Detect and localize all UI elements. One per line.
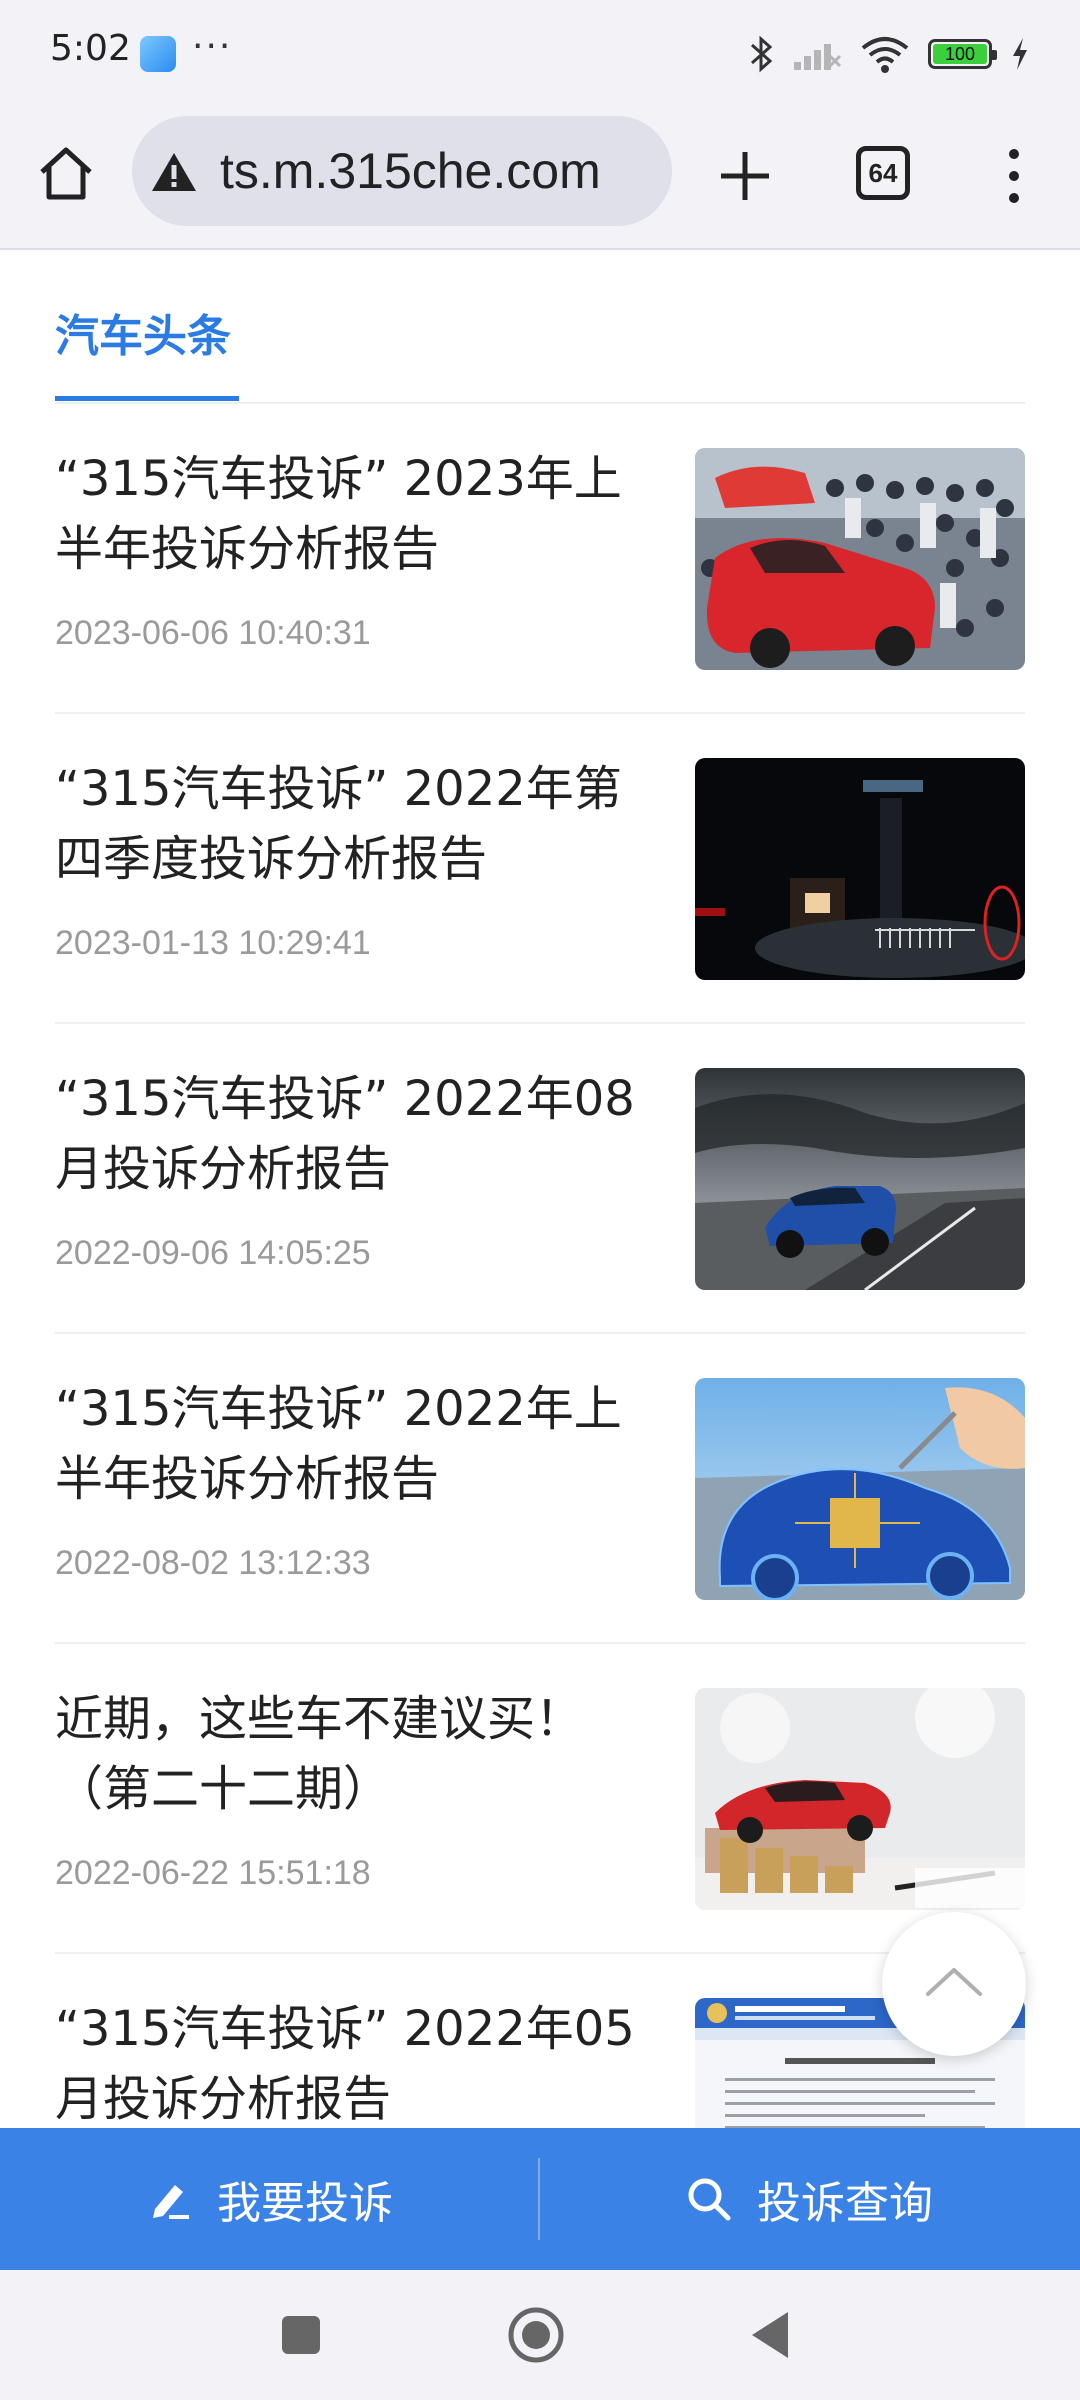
news-item[interactable]: 近期，这些车不建议买！（第二十二期） 2022-06-22 15:51:18 xyxy=(55,1644,1025,1954)
warning-icon[interactable] xyxy=(150,150,198,194)
news-title[interactable]: “315汽车投诉” 2023年上半年投诉分析报告 xyxy=(55,444,655,584)
tab-underline xyxy=(55,396,239,401)
news-title[interactable]: “315汽车投诉” 2022年上半年投诉分析报告 xyxy=(55,1374,655,1514)
system-nav-bar xyxy=(0,2270,1080,2400)
home-icon[interactable] xyxy=(34,142,98,206)
app-icon xyxy=(140,36,176,72)
url-bar[interactable]: ts.m.315che.com xyxy=(132,116,672,226)
news-thumbnail[interactable] xyxy=(695,448,1025,670)
complain-label: 我要投诉 xyxy=(217,2178,393,2229)
battery-icon: 100 xyxy=(928,39,997,69)
battery-level: 100 xyxy=(944,43,976,64)
news-thumbnail[interactable] xyxy=(695,1378,1025,1600)
complain-button[interactable]: 我要投诉 xyxy=(0,2128,538,2270)
status-bar: 5:02 ··· 100 xyxy=(0,0,1080,108)
browser-toolbar: ts.m.315che.com 64 xyxy=(0,108,1080,250)
news-item[interactable]: “315汽车投诉” 2022年上半年投诉分析报告 2022-08-02 13:1… xyxy=(55,1334,1025,1644)
url-text[interactable]: ts.m.315che.com xyxy=(220,142,601,200)
status-icons: 100 xyxy=(748,30,1030,78)
status-more-icon: ··· xyxy=(192,26,233,67)
recent-apps-icon[interactable] xyxy=(280,2314,322,2356)
news-date: 2022-08-02 13:12:33 xyxy=(55,1544,371,1582)
news-thumbnail[interactable] xyxy=(695,1688,1025,1910)
tabs-button[interactable]: 64 xyxy=(856,146,910,200)
news-date: 2023-06-06 10:40:31 xyxy=(55,614,371,652)
tab-count: 64 xyxy=(868,157,898,188)
menu-icon[interactable] xyxy=(996,144,1032,208)
back-to-top-button[interactable] xyxy=(882,1912,1026,2056)
news-title[interactable]: “315汽车投诉” 2022年第四季度投诉分析报告 xyxy=(55,754,655,894)
action-bar: 我要投诉 投诉查询 xyxy=(0,2128,1080,2270)
home-circle-icon[interactable] xyxy=(507,2306,565,2364)
signal-icon xyxy=(794,44,842,70)
news-item[interactable]: “315汽车投诉” 2023年上半年投诉分析报告 2023-06-06 10:4… xyxy=(55,404,1025,714)
chevron-up-icon xyxy=(926,1968,982,1996)
bluetooth-icon xyxy=(751,35,773,73)
news-date: 2023-01-13 10:29:41 xyxy=(55,924,371,962)
news-title[interactable]: 近期，这些车不建议买！（第二十二期） xyxy=(55,1684,655,1824)
plus-icon[interactable] xyxy=(715,146,775,206)
news-date: 2022-06-22 15:51:18 xyxy=(55,1854,371,1892)
pencil-icon xyxy=(153,2185,189,2219)
status-time: 5:02 xyxy=(50,28,131,69)
charging-icon xyxy=(1013,38,1027,70)
news-title[interactable]: “315汽车投诉” 2022年08月投诉分析报告 xyxy=(55,1064,655,1204)
news-thumbnail[interactable] xyxy=(695,758,1025,980)
news-item[interactable]: “315汽车投诉” 2022年08月投诉分析报告 2022-09-06 14:0… xyxy=(55,1024,1025,1334)
news-item[interactable]: “315汽车投诉” 2022年第四季度投诉分析报告 2023-01-13 10:… xyxy=(55,714,1025,1024)
back-icon[interactable] xyxy=(748,2310,790,2360)
news-title[interactable]: “315汽车投诉” 2022年05月投诉分析报告 xyxy=(55,1994,655,2134)
wifi-icon xyxy=(861,37,909,73)
tab-auto-headlines[interactable]: 汽车头条 xyxy=(55,300,231,364)
search-icon xyxy=(688,2178,731,2221)
query-label: 投诉查询 xyxy=(757,2178,933,2229)
query-button[interactable]: 投诉查询 xyxy=(540,2128,1078,2270)
news-date: 2022-09-06 14:05:25 xyxy=(55,1234,371,1272)
news-thumbnail[interactable] xyxy=(695,1068,1025,1290)
